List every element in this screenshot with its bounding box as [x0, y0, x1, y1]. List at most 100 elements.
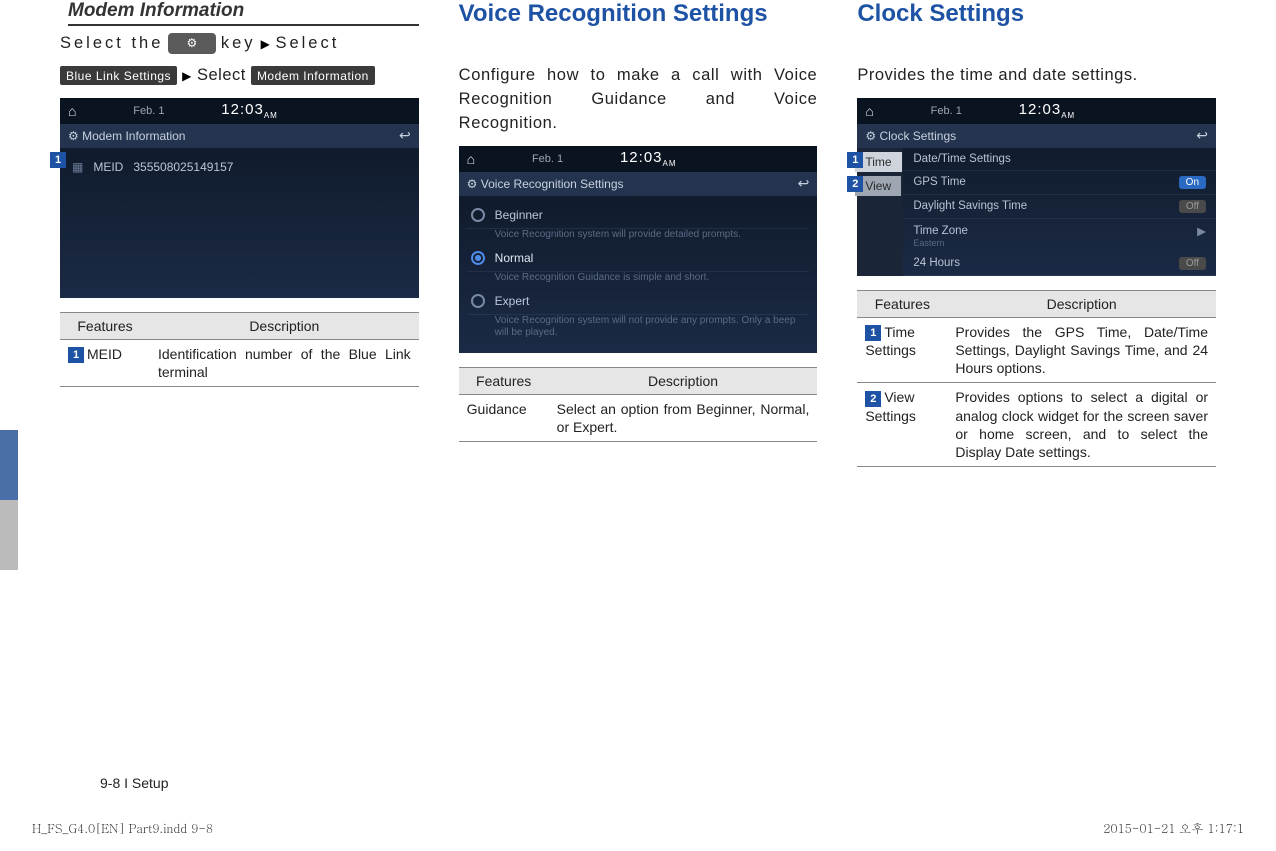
modem-instruction-line2: Blue Link Settings ▶ Select Modem Inform… — [60, 64, 419, 88]
page-footer: 9-8 I Setup — [100, 775, 169, 791]
option-beginner-hint: Voice Recognition system will provide de… — [467, 229, 810, 245]
clock-body-wrap: Date/Time Settings GPS Time On Daylight S… — [857, 148, 1216, 276]
clock-row-24hours[interactable]: 24 Hours Off — [903, 252, 1216, 276]
home-icon[interactable]: ⌂ — [865, 103, 873, 119]
row-label: 24 Hours — [913, 257, 960, 269]
subbar-title: Clock Settings — [879, 129, 956, 143]
row-label: GPS Time — [913, 176, 965, 188]
feature-cell: 1Time Settings — [857, 317, 947, 383]
clock-settings-heading: Clock Settings — [857, 0, 1216, 28]
description-cell: Provides the GPS Time, Date/Time Setting… — [947, 317, 1216, 383]
time-ampm: AM — [663, 159, 677, 168]
side-tab-label: View — [865, 179, 891, 193]
screenshot-subbar: ⚙ Voice Recognition Settings ↩ — [459, 172, 818, 196]
page-side-tab-blue — [0, 430, 18, 500]
modem-features-table: Features Description 1MEID Identificatio… — [60, 312, 419, 387]
toggle-off[interactable]: Off — [1179, 200, 1206, 213]
screenshot-topbar: ⌂ Feb. 1 12:03AM — [60, 98, 419, 124]
screenshot-topbar: ⌂ Feb. 1 12:03AM — [857, 98, 1216, 124]
table-row: 1Time Settings Provides the GPS Time, Da… — [857, 317, 1216, 383]
modem-instruction-line1: Select the ⚙ key ▶ Select — [60, 32, 419, 56]
print-meta-left: H_FS_G4.0[EN] Part9.indd 9-8 — [32, 820, 213, 837]
screenshot-body: ▦ MEID 355508025149157 — [60, 148, 419, 228]
table-row: 1MEID Identification number of the Blue … — [60, 339, 419, 386]
table-row: 2View Settings Provides options to selec… — [857, 383, 1216, 467]
meid-row: ▦ MEID 355508025149157 — [68, 154, 411, 180]
clock-row-daylight[interactable]: Daylight Savings Time Off — [903, 195, 1216, 219]
radio-icon — [471, 294, 485, 308]
clock-screenshot: ⌂ Feb. 1 12:03AM ⚙ Clock Settings ↩ Date… — [857, 98, 1216, 276]
clock-row-timezone[interactable]: Time Zone▶ — [903, 219, 1216, 238]
topbar-time: 12:03AM — [620, 149, 677, 168]
back-icon[interactable]: ↩ — [798, 175, 810, 192]
callout-badge-1: 1 — [50, 152, 66, 168]
option-expert[interactable]: Expert — [467, 288, 810, 315]
clock-right-panel: Date/Time Settings GPS Time On Daylight S… — [903, 148, 1216, 276]
page-side-tab-gray — [0, 500, 18, 570]
table-header-features: Features — [857, 290, 947, 317]
option-label: Normal — [495, 251, 534, 265]
topbar-date: Feb. 1 — [886, 105, 1007, 117]
time-value: 12:03 — [620, 149, 663, 166]
option-label: Beginner — [495, 208, 543, 222]
row-label: Daylight Savings Time — [913, 200, 1027, 212]
topbar-date: Feb. 1 — [487, 153, 608, 165]
clock-intro: Provides the time and date settings. — [857, 64, 1216, 88]
table-header-description: Description — [947, 290, 1216, 317]
screenshot-body: Beginner Voice Recognition system will p… — [459, 196, 818, 353]
voice-intro: Configure how to make a call with Voice … — [459, 64, 818, 136]
option-normal-hint: Voice Recognition Guidance is simple and… — [467, 272, 810, 288]
option-normal[interactable]: Normal — [467, 245, 810, 272]
meid-label: MEID — [93, 160, 123, 174]
clock-row-datetime[interactable]: Date/Time Settings — [903, 148, 1216, 171]
time-value: 12:03 — [1019, 101, 1062, 118]
toggle-off[interactable]: Off — [1179, 257, 1206, 270]
clock-row-gps[interactable]: GPS Time On — [903, 171, 1216, 195]
clock-features-table: Features Description 1Time Settings Prov… — [857, 290, 1216, 467]
feature-cell: 2View Settings — [857, 383, 947, 467]
feature-cell: 1MEID — [60, 339, 150, 386]
back-icon[interactable]: ↩ — [1196, 127, 1208, 144]
settings-key-icon: ⚙ — [168, 33, 215, 54]
time-ampm: AM — [1061, 111, 1075, 120]
table-header-description: Description — [150, 312, 419, 339]
page-columns: Modem Information Select the ⚙ key ▶ Sel… — [60, 0, 1216, 467]
side-tab-label: Time — [865, 155, 891, 169]
table-header-description: Description — [549, 367, 818, 394]
voice-recognition-heading: Voice Recognition Settings — [459, 0, 818, 28]
radio-icon-selected — [471, 251, 485, 265]
row-label: Date/Time Settings — [913, 153, 1010, 165]
modem-screenshot: ⌂ Feb. 1 12:03AM ⚙ Modem Information ↩ ▦… — [60, 98, 419, 298]
time-ampm: AM — [264, 111, 278, 120]
voice-screenshot: ⌂ Feb. 1 12:03AM ⚙ Voice Recognition Set… — [459, 146, 818, 353]
home-icon[interactable]: ⌂ — [467, 151, 475, 167]
modem-info-heading: Modem Information — [68, 0, 419, 26]
toggle-on[interactable]: On — [1179, 176, 1206, 189]
triangle-right-icon: ▶ — [182, 69, 192, 83]
subbar-title: Voice Recognition Settings — [481, 177, 624, 191]
column-modem-info: Modem Information Select the ⚙ key ▶ Sel… — [60, 0, 419, 467]
back-icon[interactable]: ↩ — [399, 127, 411, 144]
screenshot-topbar: ⌂ Feb. 1 12:03AM — [459, 146, 818, 172]
gear-icon: ⚙ — [186, 36, 197, 50]
subbar-title: Modem Information — [82, 129, 185, 143]
callout-badge-1: 1 — [847, 152, 863, 168]
feature-cell: Guidance — [459, 394, 549, 441]
description-cell: Identification number of the Blue Link t… — [150, 339, 419, 386]
option-beginner[interactable]: Beginner — [467, 202, 810, 229]
table-row: Guidance Select an option from Beginner,… — [459, 394, 818, 441]
row-badge: 1 — [68, 347, 84, 363]
instr-key-word: key — [221, 34, 256, 52]
column-voice-recognition: Voice Recognition Settings Configure how… — [459, 0, 818, 467]
home-icon[interactable]: ⌂ — [68, 103, 76, 119]
radio-icon — [471, 208, 485, 222]
callout-badge-2: 2 — [847, 176, 863, 192]
option-label: Expert — [495, 294, 530, 308]
voice-features-table: Features Description Guidance Select an … — [459, 367, 818, 442]
column-clock-settings: Clock Settings Provides the time and dat… — [857, 0, 1216, 467]
print-meta-right: 2015-01-21 오후 1:17:1 — [1103, 820, 1244, 837]
topbar-time: 12:03AM — [1019, 101, 1076, 120]
print-meta-line: H_FS_G4.0[EN] Part9.indd 9-8 2015-01-21 … — [32, 820, 1244, 837]
meid-value: 355508025149157 — [133, 160, 233, 174]
modem-information-chip: Modem Information — [251, 66, 375, 85]
